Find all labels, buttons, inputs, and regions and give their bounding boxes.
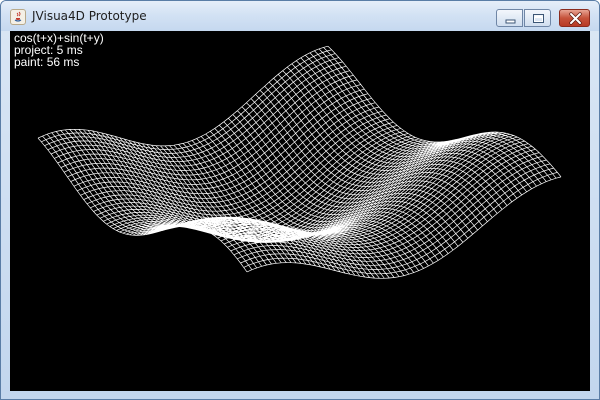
app-window: JVisua4D Prototype cos(t+x)+sin(t+y) pro… (0, 0, 600, 400)
minimize-icon (505, 19, 516, 24)
title-bar[interactable]: JVisua4D Prototype (1, 1, 599, 31)
close-button[interactable] (559, 9, 590, 27)
render-canvas[interactable]: cos(t+x)+sin(t+y) project: 5 ms paint: 5… (10, 31, 590, 391)
close-icon (569, 12, 582, 25)
maximize-button[interactable] (524, 9, 551, 27)
window-title: JVisua4D Prototype (32, 9, 147, 23)
maximize-icon (533, 14, 544, 23)
mesh-lines (37, 45, 562, 279)
minimize-button[interactable] (496, 9, 523, 27)
java-app-icon[interactable] (10, 9, 26, 25)
info-overlay: cos(t+x)+sin(t+y) project: 5 ms paint: 5… (14, 32, 104, 68)
paint-time-label: paint: 56 ms (14, 55, 80, 69)
surface-wireframe (37, 45, 562, 279)
